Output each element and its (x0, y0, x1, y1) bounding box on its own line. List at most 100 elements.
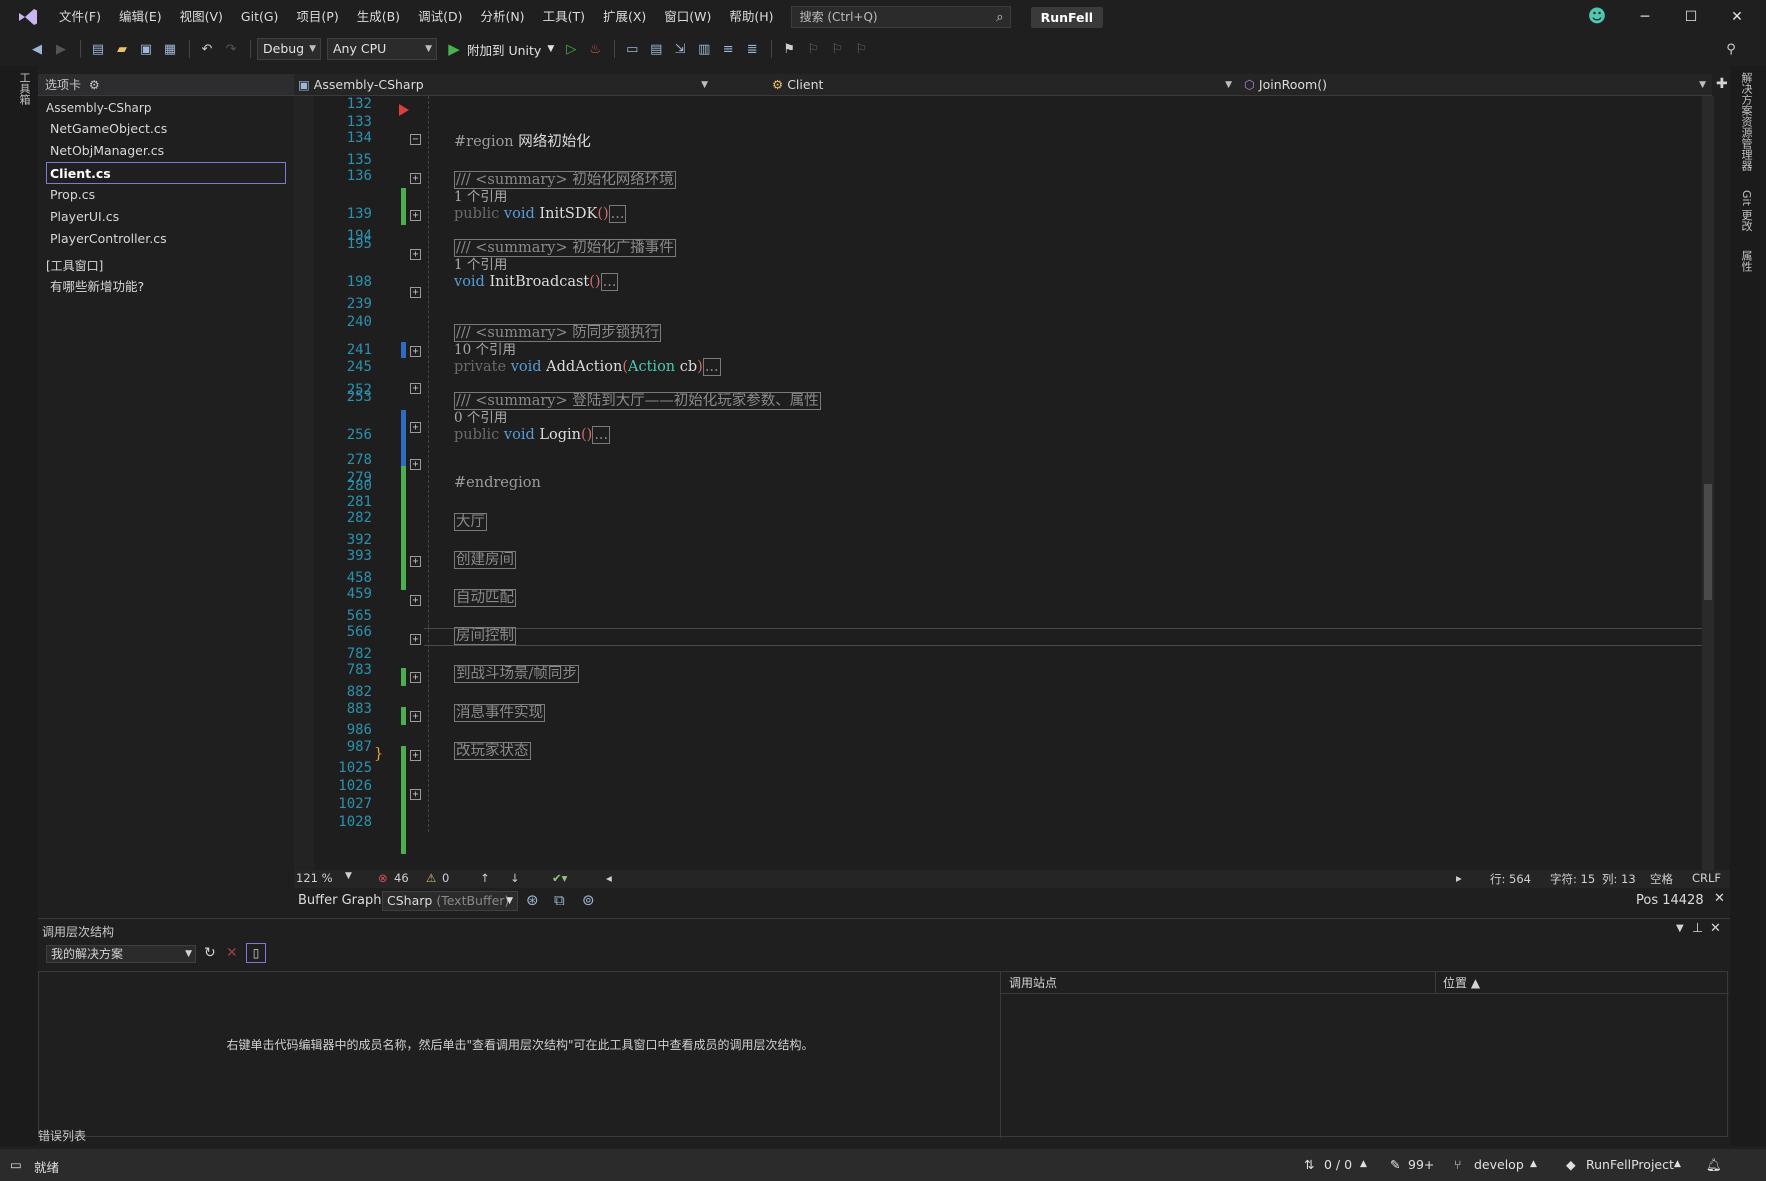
sync-count[interactable]: 0 / 0 (1324, 1157, 1352, 1172)
collapsed-region[interactable]: 自动匹配 (454, 586, 516, 607)
expand-icon[interactable]: + (410, 634, 421, 645)
toggle-details-icon[interactable]: ▯ (246, 943, 266, 963)
project-name-badge[interactable]: RunFell (1030, 6, 1104, 28)
menu-item[interactable]: 帮助(H) (720, 0, 782, 34)
menu-item[interactable]: 窗口(W) (655, 0, 720, 34)
toolbox-tab[interactable]: 工具箱 (16, 72, 32, 105)
back-icon[interactable]: ◀ (26, 38, 48, 60)
tree-group-tool-windows[interactable]: [工具窗口] (38, 256, 294, 276)
member-dropdown[interactable]: ⬡ JoinRoom() ▼ (1244, 74, 1712, 96)
collapsed-region[interactable]: 消息事件实现 (454, 701, 545, 722)
tree-item-file[interactable]: NetGameObject.cs (38, 118, 294, 140)
column-position[interactable]: 列: 13 (1602, 871, 1636, 887)
warning-count[interactable]: 0 (442, 871, 449, 885)
tree-item-file[interactable]: Prop.cs (38, 184, 294, 206)
code-map-icon[interactable]: ▥ (693, 38, 715, 60)
repo-name[interactable]: RunFellProject (1586, 1157, 1674, 1172)
buffer-graph-dropdown[interactable]: CSharp (TextBuffer) ▼ (382, 891, 518, 911)
undo-icon[interactable]: ↶ (196, 38, 218, 60)
settings-graph-icon[interactable]: ⊚ (582, 891, 595, 909)
expand-icon[interactable]: + (410, 459, 421, 470)
solution-explorer-tab[interactable]: 解决方案资源管理器 (1738, 72, 1754, 171)
collapsed-region[interactable]: 大厅 (454, 510, 487, 531)
maximize-icon[interactable]: ☐ (1668, 0, 1714, 34)
close-icon[interactable]: ✕ (1714, 0, 1760, 34)
tree-item-file[interactable]: PlayerController.cs (38, 228, 294, 250)
expand-icon[interactable]: + (410, 346, 421, 357)
scroll-left-icon[interactable]: ◂ (606, 871, 612, 885)
collapsed-body[interactable]: ... (592, 426, 611, 444)
code-line-method[interactable]: private void AddAction(Action cb)... (454, 358, 721, 376)
play-icon[interactable]: ▶ (443, 38, 465, 60)
menu-item[interactable]: 生成(B) (348, 0, 409, 34)
output-icon[interactable]: ▭ (10, 1157, 22, 1172)
reference-count[interactable]: 0 个引用 (454, 406, 507, 426)
expand-icon[interactable]: + (410, 750, 421, 761)
expand-icon[interactable]: + (410, 287, 421, 298)
chevron-up-icon[interactable]: ▲ (1360, 1159, 1367, 1169)
next-bookmark-icon[interactable]: ⚐ (826, 38, 848, 60)
pin-icon[interactable]: ⊥ (1692, 921, 1703, 936)
call-sites-list[interactable]: 调用站点 位置 ▲ (1001, 972, 1729, 1138)
expand-icon[interactable]: + (410, 210, 421, 221)
expand-icon[interactable]: + (410, 595, 421, 606)
code-line-summary[interactable]: /// <summary> 登陆到大厅——初始化玩家参数、属性 (454, 389, 821, 410)
minimize-icon[interactable]: ─ (1622, 0, 1668, 34)
menu-item[interactable]: 项目(P) (287, 0, 347, 34)
expand-icon[interactable]: + (410, 711, 421, 722)
error-count[interactable]: 46 (394, 871, 409, 885)
pencil-icon[interactable]: ✎ (1390, 1157, 1400, 1172)
code-cleanup-icon[interactable]: ✔▾ (552, 871, 567, 885)
edit-count[interactable]: 99+ (1408, 1157, 1434, 1172)
expand-icon[interactable]: + (410, 672, 421, 683)
copy-graph-icon[interactable]: ⧉ (554, 891, 565, 909)
branch-name[interactable]: develop (1474, 1157, 1524, 1172)
repo-icon[interactable]: ◆ (1566, 1157, 1576, 1172)
zoom-level[interactable]: 121 % (296, 871, 333, 885)
menu-item[interactable]: 编辑(E) (110, 0, 171, 34)
collapsed-body[interactable]: ... (608, 205, 627, 223)
split-editor-icon[interactable]: ✚ (1716, 76, 1728, 92)
chevron-down-icon[interactable]: ▼ (345, 871, 352, 881)
closing-brace[interactable]: } (374, 746, 383, 762)
save-icon[interactable]: ▣ (135, 38, 157, 60)
code-line-region[interactable]: #region 网络初始化 (454, 130, 591, 151)
menu-item[interactable]: 文件(F) (50, 0, 110, 34)
menu-item[interactable]: Git(G) (232, 0, 288, 34)
new-project-icon[interactable]: ▤ (87, 38, 109, 60)
menu-item[interactable]: 扩展(X) (594, 0, 655, 34)
tree-item-file[interactable]: NetObjManager.cs (38, 140, 294, 162)
expand-icon[interactable]: + (410, 173, 421, 184)
prev-bookmark-icon[interactable]: ⚐ (802, 38, 824, 60)
menu-item[interactable]: 工具(T) (534, 0, 594, 34)
search-box[interactable]: 搜索 (Ctrl+Q) ⌕ (790, 6, 1011, 28)
hot-reload-icon[interactable]: ♨ (584, 38, 606, 60)
account-icon[interactable]: ☻ (1574, 0, 1620, 34)
code-line-method[interactable]: public void InitSDK()... (454, 205, 627, 223)
delete-icon[interactable]: ✕ (226, 945, 238, 961)
gear-icon[interactable]: ⚙ (89, 78, 100, 92)
expand-icon[interactable]: + (410, 556, 421, 567)
browser-icon[interactable]: ▭ (621, 38, 643, 60)
column-header-location[interactable]: 位置 ▲ (1443, 972, 1480, 994)
reference-count[interactable]: 1 个引用 (454, 185, 507, 205)
collapse-icon[interactable]: − (410, 134, 421, 145)
step-icon[interactable]: ⇲ (669, 38, 691, 60)
breakpoint-arrow-icon[interactable] (399, 104, 409, 116)
scope-dropdown[interactable]: 我的解决方案 ▼ (46, 945, 196, 963)
git-changes-tab[interactable]: Git 更改 (1738, 190, 1754, 231)
open-folder-icon[interactable]: ▰ (111, 38, 133, 60)
char-position[interactable]: 字符: 15 (1550, 871, 1595, 887)
chevron-down-icon[interactable]: ▼ (547, 44, 554, 54)
collapsed-region[interactable]: 房间控制 (454, 624, 516, 645)
line-ending[interactable]: CRLF (1692, 871, 1721, 885)
tree-item-file[interactable]: PlayerUI.cs (38, 206, 294, 228)
chevron-up-icon[interactable]: ▲ (1530, 1159, 1537, 1169)
tree-item-file[interactable]: Client.cs (46, 162, 286, 184)
code-line-method[interactable]: public void Login()... (454, 426, 611, 444)
prev-issue-icon[interactable]: ↑ (480, 871, 490, 885)
pin-icon[interactable]: ⚲ (1720, 38, 1742, 60)
clear-bookmarks-icon[interactable]: ⚐ (850, 38, 872, 60)
outdent-icon[interactable]: ≣ (741, 38, 763, 60)
tree-group-assembly[interactable]: Assembly-CSharp (38, 98, 294, 118)
